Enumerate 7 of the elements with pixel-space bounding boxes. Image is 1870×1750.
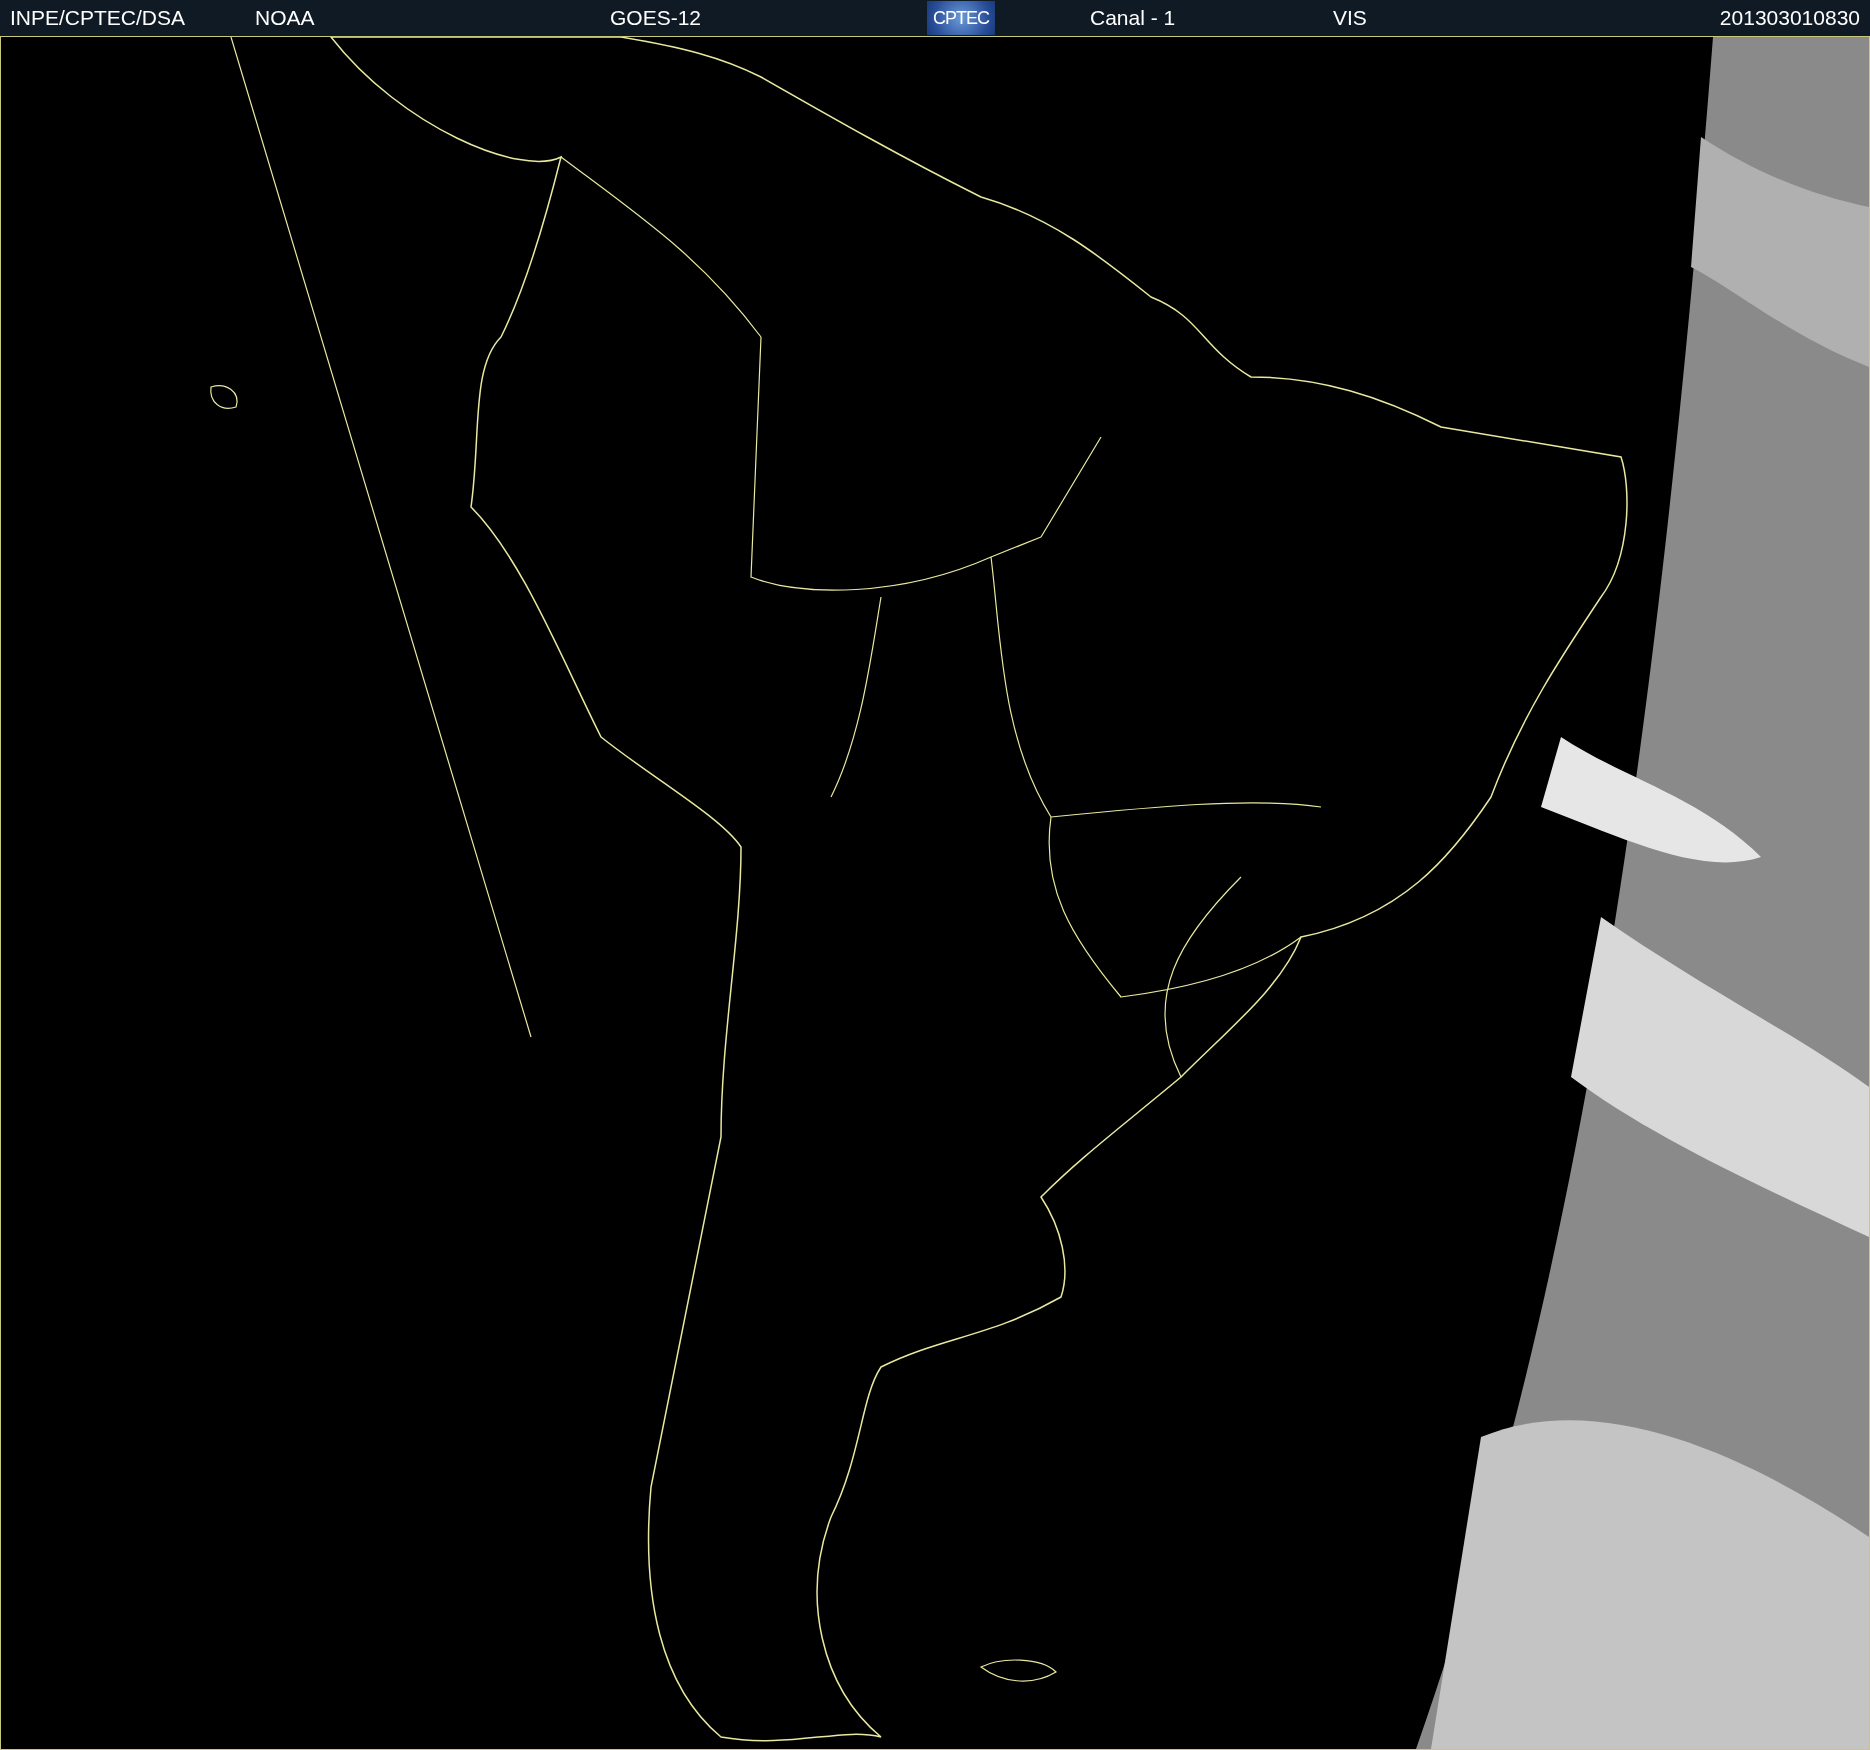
header-label: VIS bbox=[1333, 6, 1368, 30]
header-label: Canal - 1 bbox=[1090, 6, 1177, 30]
header-label: NOAA bbox=[255, 6, 316, 30]
logo: CPTEC bbox=[927, 1, 995, 35]
header-label: GOES-12 bbox=[610, 6, 703, 30]
header-label: INPE/CPTEC/DSA bbox=[10, 6, 187, 30]
header-label: 201303010830 bbox=[1719, 6, 1860, 30]
